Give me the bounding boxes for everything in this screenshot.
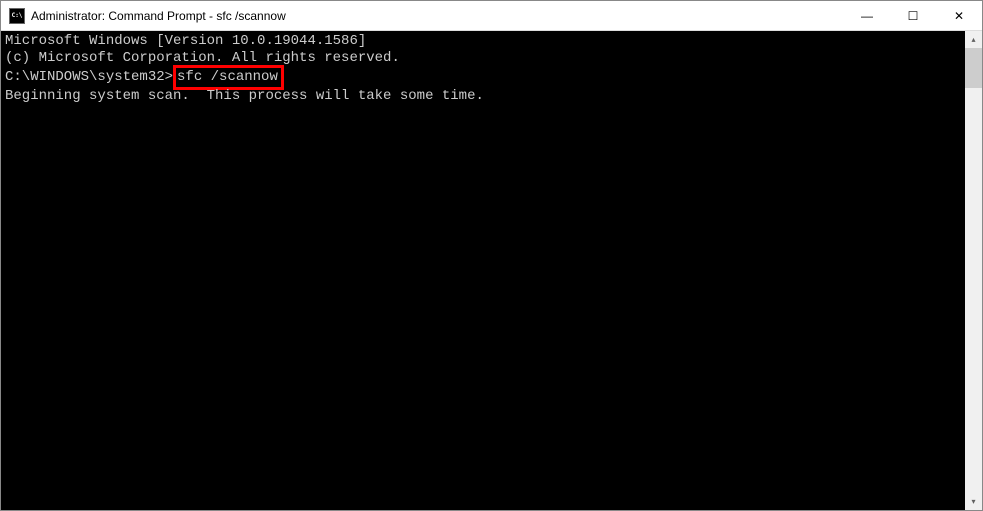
- prompt-path: C:\WINDOWS\system32>: [5, 69, 173, 86]
- minimize-button[interactable]: —: [844, 1, 890, 30]
- window-controls: — ☐ ✕: [844, 1, 982, 30]
- command-highlight: sfc /scannow: [173, 65, 284, 90]
- content-area: Microsoft Windows [Version 10.0.19044.15…: [1, 31, 982, 510]
- output-line: (c) Microsoft Corporation. All rights re…: [5, 50, 961, 67]
- scroll-thumb[interactable]: [965, 48, 982, 88]
- scroll-track[interactable]: [965, 48, 982, 493]
- command-text: sfc /scannow: [177, 69, 278, 85]
- output-status: Beginning system scan. This process will…: [5, 88, 961, 105]
- maximize-button[interactable]: ☐: [890, 1, 936, 30]
- close-button[interactable]: ✕: [936, 1, 982, 30]
- vertical-scrollbar[interactable]: ▴ ▾: [965, 31, 982, 510]
- scroll-up-button[interactable]: ▴: [965, 31, 982, 48]
- command-prompt-icon: C:\: [9, 8, 25, 24]
- prompt-line: C:\WINDOWS\system32>sfc /scannow: [5, 67, 961, 88]
- scroll-down-button[interactable]: ▾: [965, 493, 982, 510]
- window-title: Administrator: Command Prompt - sfc /sca…: [31, 9, 844, 23]
- titlebar[interactable]: C:\ Administrator: Command Prompt - sfc …: [1, 1, 982, 31]
- window: C:\ Administrator: Command Prompt - sfc …: [0, 0, 983, 511]
- terminal-output[interactable]: Microsoft Windows [Version 10.0.19044.15…: [1, 31, 965, 510]
- output-line: Microsoft Windows [Version 10.0.19044.15…: [5, 33, 961, 50]
